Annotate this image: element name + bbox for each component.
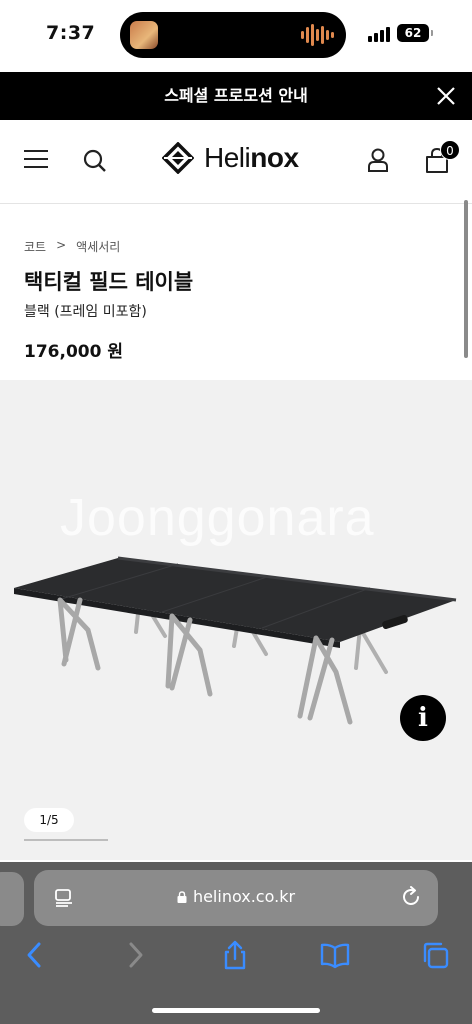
brand-logo[interactable]: Helinox <box>162 142 299 174</box>
search-icon[interactable] <box>82 148 108 174</box>
cart-count-badge: 0 <box>440 140 460 160</box>
breadcrumb: 코트 > 액세서리 <box>24 238 120 255</box>
battery-indicator: 62 <box>397 24 433 42</box>
browser-toolbar <box>0 940 472 984</box>
brand-name: Helinox <box>204 142 299 173</box>
cellular-signal-icon <box>368 27 390 42</box>
breadcrumb-item-home[interactable]: 코트 <box>24 238 46 255</box>
user-account-icon[interactable] <box>366 147 390 173</box>
forward-icon[interactable] <box>120 940 150 970</box>
info-button[interactable]: i <box>400 695 446 741</box>
share-icon[interactable] <box>220 940 250 970</box>
logo-diamond-icon <box>162 142 194 174</box>
audio-wave-icon <box>301 24 334 46</box>
previous-tab-peek[interactable] <box>0 872 24 926</box>
back-icon[interactable] <box>20 940 50 970</box>
dynamic-island[interactable] <box>120 12 346 58</box>
close-icon[interactable] <box>434 84 458 108</box>
lock-icon <box>177 891 187 903</box>
address-bar-text[interactable]: helinox.co.kr <box>34 887 438 906</box>
breadcrumb-item-accessories[interactable]: 액세서리 <box>76 238 120 255</box>
browser-chrome: helinox.co.kr <box>0 862 472 1024</box>
page-scrollbar[interactable] <box>464 200 468 358</box>
product-variant: 블랙 (프레임 미포함) <box>24 304 147 320</box>
image-progress-bar <box>24 839 108 841</box>
url-text[interactable]: helinox.co.kr <box>193 887 295 906</box>
reload-icon[interactable] <box>400 886 422 908</box>
address-bar[interactable]: helinox.co.kr <box>34 870 438 926</box>
product-title: 택티컬 필드 테이블 <box>24 270 194 294</box>
product-price: 176,000 원 <box>24 342 123 362</box>
home-indicator[interactable] <box>152 1008 320 1013</box>
image-watermark: Joonggonara <box>60 489 375 547</box>
product-image-gallery[interactable]: Joonggonara i 1/5 <box>0 380 472 860</box>
status-time: 7:37 <box>46 22 96 44</box>
site-header: Helinox <box>0 120 472 204</box>
breadcrumb-separator: > <box>56 238 67 252</box>
menu-icon[interactable] <box>24 150 48 170</box>
status-bar: 7:37 62 <box>0 0 472 70</box>
image-pager: 1/5 <box>24 808 74 832</box>
tabs-icon[interactable] <box>420 940 450 970</box>
promo-banner[interactable]: 스페셜 프로모션 안내 <box>0 72 472 120</box>
promo-banner-text[interactable]: 스페셜 프로모션 안내 <box>164 86 308 105</box>
now-playing-artwork <box>130 21 158 49</box>
bookmarks-icon[interactable] <box>320 940 350 970</box>
